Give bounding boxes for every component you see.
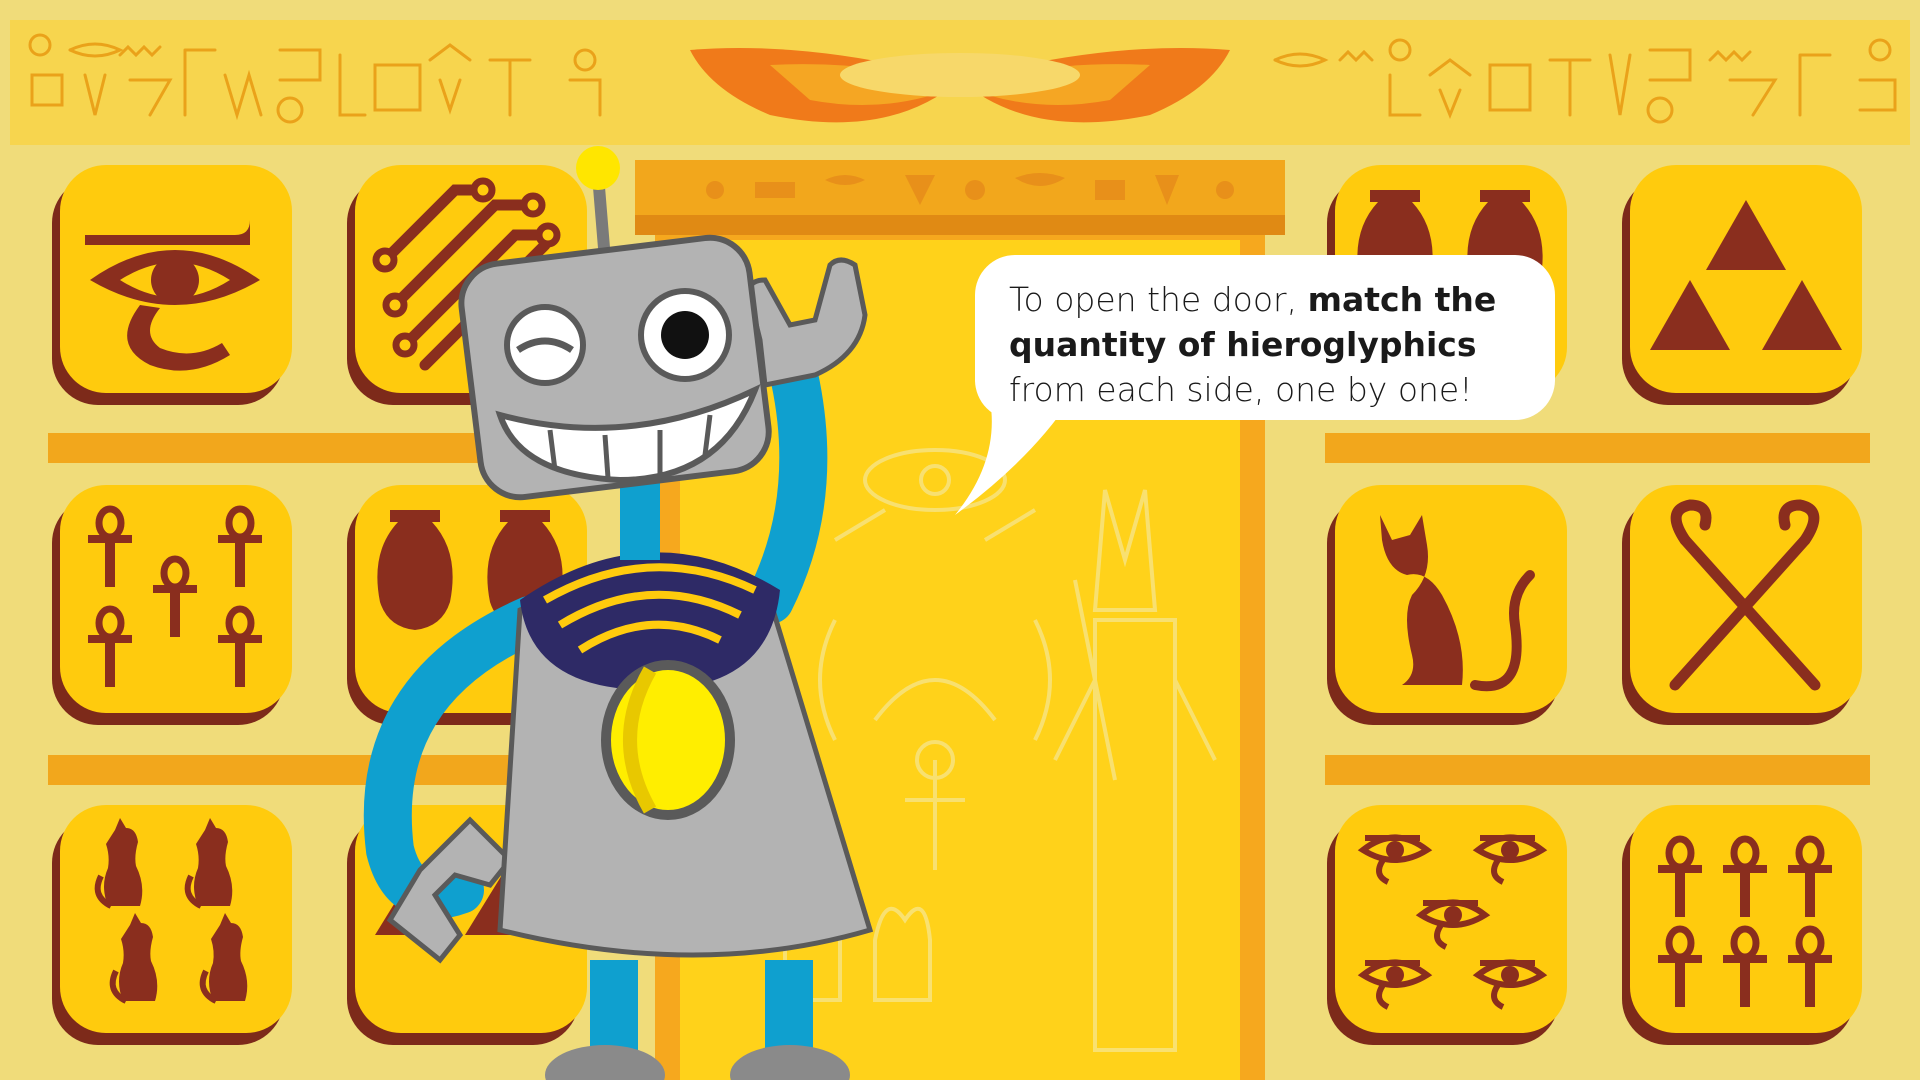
tile-eyes-right[interactable] (1327, 805, 1567, 1045)
cat-icon (60, 805, 292, 1033)
robot-character (363, 146, 874, 1080)
top-frieze (10, 20, 1910, 145)
eye-of-horus-icon (85, 220, 260, 371)
winged-sun-emblem (690, 48, 1230, 123)
hieroglyph-frieze-pattern (28, 33, 1897, 124)
tile-ankhs-right[interactable] (1622, 805, 1862, 1045)
ankh-icon (1630, 805, 1862, 1033)
glyph-band-right-1 (1325, 433, 1870, 463)
dialog-text-part2: from each side, one by one! (1009, 370, 1473, 409)
game-scene: To open the door, match the quantity of … (0, 0, 1920, 1080)
tile-ankhs[interactable] (52, 485, 292, 725)
cat-icon (1380, 515, 1535, 692)
ankh-icon (60, 485, 292, 713)
eye-of-horus-icon (1335, 805, 1567, 1033)
tile-triangles-right[interactable] (1622, 165, 1862, 405)
dialog-text-part1: To open the door, (1009, 280, 1308, 319)
tile-cat-right[interactable] (1327, 485, 1567, 725)
glyph-band-right-2 (1325, 755, 1870, 785)
tile-crossed-staffs[interactable] (1622, 485, 1862, 725)
crossed-staffs-icon (1669, 499, 1821, 691)
triangle-icon (1650, 200, 1842, 350)
dialog-text: To open the door, match the quantity of … (1009, 277, 1521, 412)
tile-eye-of-horus[interactable] (52, 165, 292, 405)
tile-cats[interactable] (52, 805, 292, 1045)
speech-bubble: To open the door, match the quantity of … (975, 255, 1555, 420)
